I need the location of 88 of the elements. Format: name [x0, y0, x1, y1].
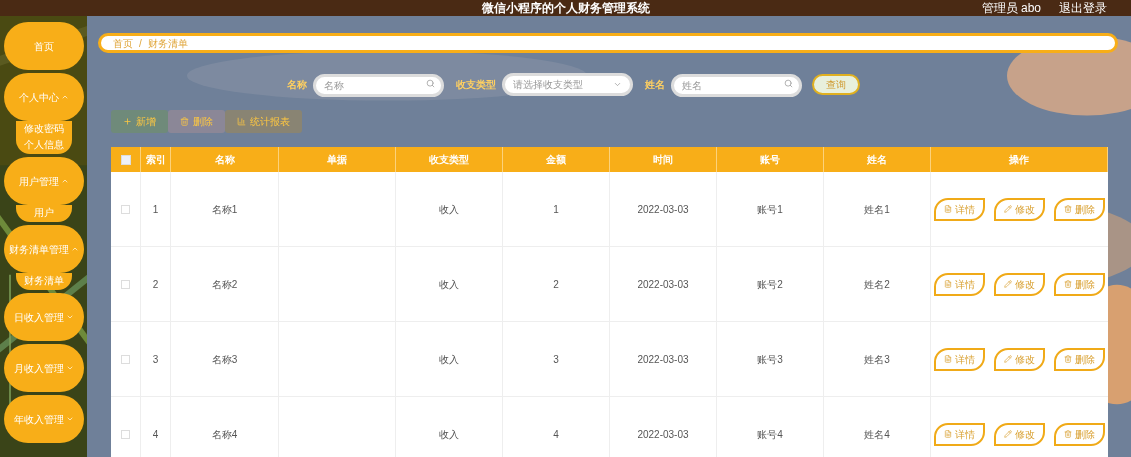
- search-icon: [425, 79, 435, 88]
- table-cell-text: 收入: [439, 427, 459, 442]
- bar-chart-icon: [237, 117, 246, 126]
- action-button[interactable]: 详情: [934, 347, 985, 371]
- plus-icon: [123, 117, 132, 126]
- search-field[interactable]: 姓名: [670, 74, 802, 97]
- pencil-icon: [1004, 205, 1012, 213]
- table-cell-text: 2022-03-03: [637, 202, 689, 217]
- document-icon: [944, 430, 952, 438]
- search-button[interactable]: 查询: [811, 74, 860, 95]
- table-cell-text: 2: [152, 277, 159, 292]
- trash-icon: [1064, 355, 1072, 363]
- table-cell-text: 收入: [439, 277, 459, 292]
- column-header: 单据: [279, 147, 396, 172]
- search-icon: [783, 79, 793, 88]
- action-button[interactable]: 详情: [934, 197, 985, 221]
- trash-icon: [1064, 205, 1072, 213]
- table-cell-text: 名称2: [211, 277, 238, 292]
- table-cell-text: 1: [152, 202, 159, 217]
- chevron-icon: [612, 80, 622, 89]
- table-cell-text: 名称1: [211, 202, 238, 217]
- trash-icon: [1064, 430, 1072, 438]
- action-button[interactable]: 详情: [934, 272, 985, 296]
- search-field[interactable]: 名称: [312, 74, 444, 97]
- trash-icon: [1064, 280, 1072, 288]
- column-header: 收支类型: [396, 147, 503, 172]
- select-field[interactable]: 请选择收支类型: [501, 73, 633, 96]
- table-cell-text: 账号4: [757, 427, 783, 442]
- field-label: 名称: [286, 78, 307, 92]
- header-checkbox[interactable]: [120, 154, 131, 165]
- column-header: 操作: [931, 147, 1108, 172]
- row-checkbox[interactable]: [121, 429, 130, 439]
- table-cell-text: 姓名1: [864, 202, 890, 217]
- action-button[interactable]: 修改: [994, 272, 1045, 296]
- column-header: 名称: [171, 147, 279, 172]
- pencil-icon: [1004, 430, 1012, 438]
- breadcrumb-item: /: [139, 36, 142, 51]
- table-cell-text: 4: [553, 427, 559, 442]
- toolbar-button[interactable]: 删除: [168, 110, 225, 133]
- table-cell-text: 2022-03-03: [637, 427, 689, 442]
- app-title: 微信小程序的个人财务管理系统: [482, 1, 650, 15]
- column-header: 金额: [503, 147, 610, 172]
- table-cell-text: 名称4: [211, 427, 238, 442]
- table-cell-text: 3: [152, 352, 159, 367]
- column-header: 账号: [717, 147, 824, 172]
- table-cell-text: 姓名2: [864, 277, 890, 292]
- column-header: 时间: [610, 147, 717, 172]
- logout-link[interactable]: 退出登录: [1059, 1, 1107, 15]
- document-icon: [944, 280, 952, 288]
- action-button[interactable]: 删除: [1054, 347, 1105, 371]
- trash-icon: [180, 117, 189, 126]
- table-cell-text: 2: [553, 277, 559, 292]
- table-cell-text: 1: [553, 202, 559, 217]
- toolbar-button[interactable]: 统计报表: [225, 110, 302, 133]
- row-checkbox[interactable]: [121, 204, 130, 214]
- action-button[interactable]: 修改: [994, 422, 1045, 446]
- toolbar-button[interactable]: 新增: [111, 110, 168, 133]
- action-button[interactable]: 修改: [994, 197, 1045, 221]
- table-cell-text: 2022-03-03: [637, 277, 689, 292]
- table-cell-text: 账号2: [757, 277, 783, 292]
- breadcrumb-item: 财务清单: [147, 36, 188, 51]
- pencil-icon: [1004, 280, 1012, 288]
- field-label: 姓名: [644, 78, 665, 92]
- table-cell-text: 姓名3: [864, 352, 890, 367]
- breadcrumb-item[interactable]: 首页: [113, 35, 133, 51]
- action-button[interactable]: 详情: [934, 422, 985, 446]
- pencil-icon: [1004, 355, 1012, 363]
- document-icon: [944, 355, 952, 363]
- document-icon: [944, 205, 952, 213]
- table-cell-text: 名称3: [211, 352, 238, 367]
- table-cell-text: 收入: [439, 202, 459, 217]
- table-cell-text: 姓名4: [864, 427, 890, 442]
- column-header: 索引: [141, 147, 171, 172]
- action-button[interactable]: 删除: [1054, 422, 1105, 446]
- row-checkbox[interactable]: [121, 354, 130, 364]
- table-cell-text: 账号3: [757, 352, 783, 367]
- row-checkbox[interactable]: [121, 279, 130, 289]
- table-cell-text: 2022-03-03: [637, 352, 689, 367]
- user-label: 管理员 abo: [981, 1, 1041, 15]
- column-header: 姓名: [824, 147, 931, 172]
- table-cell-text: 账号1: [757, 202, 783, 217]
- action-button[interactable]: 删除: [1054, 197, 1105, 221]
- table-cell-text: 3: [553, 352, 559, 367]
- table-cell-text: 4: [152, 427, 159, 442]
- table-cell-text: 收入: [439, 352, 459, 367]
- action-button[interactable]: 修改: [994, 347, 1045, 371]
- action-button[interactable]: 删除: [1054, 272, 1105, 296]
- field-label: 收支类型: [455, 78, 496, 92]
